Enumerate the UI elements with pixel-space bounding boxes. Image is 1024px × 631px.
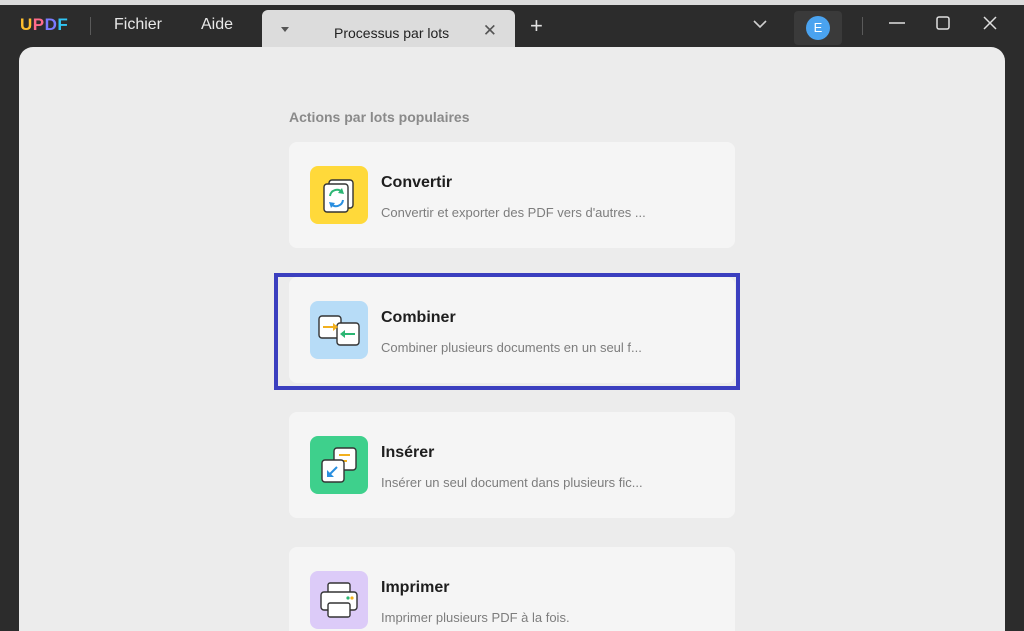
menu-separator xyxy=(90,17,91,35)
card-description: Insérer un seul document dans plusieurs … xyxy=(381,475,643,490)
app-window: UPDF Fichier Aide Processus par lots ✕ +… xyxy=(0,0,1024,631)
close-window-icon[interactable] xyxy=(983,16,997,30)
logo-letter-f: F xyxy=(57,15,69,34)
card-description: Imprimer plusieurs PDF à la fois. xyxy=(381,610,570,625)
menu-help[interactable]: Aide xyxy=(201,16,233,34)
card-description: Convertir et exporter des PDF vers d'aut… xyxy=(381,205,646,220)
tab-dropdown-icon[interactable] xyxy=(281,27,289,32)
section-title: Actions par lots populaires xyxy=(289,109,470,125)
combine-highlight-frame xyxy=(274,273,740,390)
card-print[interactable]: Imprimer Imprimer plusieurs PDF à la foi… xyxy=(289,547,735,631)
minimize-icon[interactable] xyxy=(888,21,906,25)
tab-title: Processus par lots xyxy=(334,25,450,41)
menu-file[interactable]: Fichier xyxy=(114,16,162,34)
card-insert[interactable]: Insérer Insérer un seul document dans pl… xyxy=(289,412,735,518)
card-title: Imprimer xyxy=(381,579,450,596)
convert-icon xyxy=(310,166,368,224)
logo-letter-d: D xyxy=(44,15,58,34)
card-convert[interactable]: Convertir Convertir et exporter des PDF … xyxy=(289,142,735,248)
updf-logo[interactable]: UPDF xyxy=(20,15,68,35)
card-title: Convertir xyxy=(381,174,453,191)
tab-batch-process[interactable]: Processus par lots ✕ xyxy=(262,10,515,52)
user-account-button[interactable]: E xyxy=(794,11,842,45)
print-icon xyxy=(310,571,368,629)
tab-close-icon[interactable]: ✕ xyxy=(483,22,497,39)
avatar: E xyxy=(806,16,830,40)
title-bar: UPDF Fichier Aide Processus par lots ✕ +… xyxy=(0,5,1024,52)
logo-letter-p: P xyxy=(32,15,45,34)
logo-letter-u: U xyxy=(20,15,33,34)
add-tab-icon[interactable]: + xyxy=(530,15,543,37)
maximize-icon[interactable] xyxy=(936,16,950,30)
chevron-down-icon[interactable] xyxy=(752,19,768,29)
insert-icon xyxy=(310,436,368,494)
window-control-separator xyxy=(862,17,863,35)
card-title: Insérer xyxy=(381,444,435,461)
